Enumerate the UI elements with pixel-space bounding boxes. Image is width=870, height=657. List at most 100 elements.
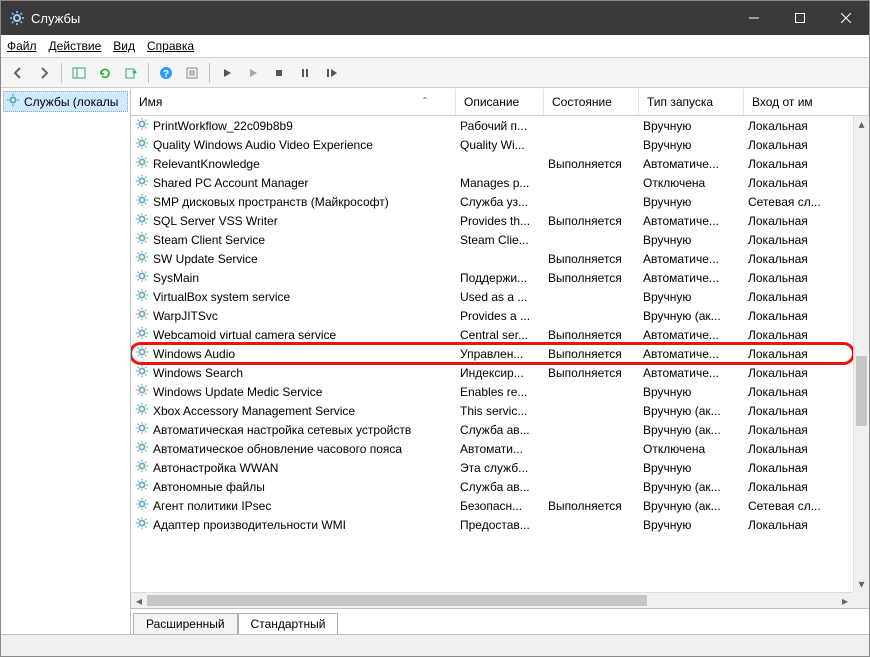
service-name: PrintWorkflow_22c09b8b9 — [153, 119, 293, 133]
service-start: Вручную — [639, 385, 744, 399]
close-button[interactable] — [823, 1, 869, 35]
service-start: Автоматиче... — [639, 366, 744, 380]
service-start: Вручную (ак... — [639, 499, 744, 513]
start-service-button[interactable] — [216, 62, 238, 84]
scroll-right-icon[interactable]: ▸ — [837, 593, 853, 608]
horizontal-scrollbar[interactable]: ◂ ▸ — [131, 592, 853, 608]
service-start: Вручную — [639, 461, 744, 475]
service-row[interactable]: SysMainПоддержи...ВыполняетсяАвтоматиче.… — [131, 268, 853, 287]
service-logon: Локальная — [744, 366, 853, 380]
back-button[interactable] — [7, 62, 29, 84]
menu-help[interactable]: Справка — [147, 39, 194, 53]
menu-action[interactable]: Действие — [49, 39, 102, 53]
col-logon[interactable]: Вход от им — [744, 89, 869, 115]
gear-icon — [135, 231, 149, 248]
service-row[interactable]: Xbox Accessory Management ServiceThis se… — [131, 401, 853, 420]
pause-service-button[interactable] — [294, 62, 316, 84]
service-logon: Локальная — [744, 423, 853, 437]
service-row[interactable]: Windows SearchИндексир...ВыполняетсяАвто… — [131, 363, 853, 382]
service-name: WarpJITSvc — [153, 309, 218, 323]
service-logon: Локальная — [744, 347, 853, 361]
maximize-button[interactable] — [777, 1, 823, 35]
menu-file[interactable]: Файл — [7, 39, 37, 53]
service-row[interactable]: Shared PC Account ManagerManages p...Отк… — [131, 173, 853, 192]
scroll-up-icon[interactable]: ▴ — [854, 116, 869, 132]
col-name[interactable]: Имяˆ — [131, 89, 456, 115]
service-row[interactable]: SW Update ServiceВыполняетсяАвтоматиче..… — [131, 249, 853, 268]
service-desc: Индексир... — [456, 366, 544, 380]
service-row[interactable]: Автонастройка WWANЭта служб...ВручнуюЛок… — [131, 458, 853, 477]
tree-root-services[interactable]: Службы (локалы — [3, 91, 128, 112]
service-row[interactable]: WarpJITSvcProvides a ...Вручную (ак...Ло… — [131, 306, 853, 325]
service-name: Автоматическое обновление часового пояса — [153, 442, 402, 456]
service-row[interactable]: Windows Update Medic ServiceEnables re..… — [131, 382, 853, 401]
col-state[interactable]: Состояние — [544, 89, 639, 115]
service-name: Quality Windows Audio Video Experience — [153, 138, 373, 152]
service-row[interactable]: Автоматическое обновление часового пояса… — [131, 439, 853, 458]
scroll-thumb-h[interactable] — [147, 595, 647, 606]
scroll-thumb[interactable] — [856, 356, 867, 426]
service-start: Вручную — [639, 518, 744, 532]
tab-extended[interactable]: Расширенный — [133, 613, 238, 634]
help-button[interactable]: ? — [155, 62, 177, 84]
service-row[interactable]: Агент политики IPsecБезопасн...Выполняет… — [131, 496, 853, 515]
service-row[interactable]: Адаптер производительности WMIПредостав.… — [131, 515, 853, 534]
service-logon: Локальная — [744, 214, 853, 228]
service-row[interactable]: Quality Windows Audio Video ExperienceQu… — [131, 135, 853, 154]
service-name: SysMain — [153, 271, 199, 285]
service-row[interactable]: SQL Server VSS WriterProvides th...Выпол… — [131, 211, 853, 230]
tree-sidebar: Службы (локалы — [1, 89, 131, 634]
service-state: Выполняется — [544, 271, 639, 285]
service-row[interactable]: RelevantKnowledgeВыполняетсяАвтоматиче..… — [131, 154, 853, 173]
export-button[interactable] — [120, 62, 142, 84]
show-hide-tree-button[interactable] — [68, 62, 90, 84]
service-name: Webcamoid virtual camera service — [153, 328, 336, 342]
gear-icon — [135, 421, 149, 438]
service-row[interactable]: Автоматическая настройка сетевых устройс… — [131, 420, 853, 439]
gear-icon — [135, 269, 149, 286]
service-name: Автономные файлы — [153, 480, 265, 494]
service-start: Вручную (ак... — [639, 309, 744, 323]
service-row[interactable]: PrintWorkflow_22c09b8b9Рабочий п...Вручн… — [131, 116, 853, 135]
service-row[interactable]: VirtualBox system serviceUsed as a ...Вр… — [131, 287, 853, 306]
refresh-button[interactable] — [94, 62, 116, 84]
minimize-button[interactable] — [731, 1, 777, 35]
gear-icon — [135, 136, 149, 153]
service-name: Windows Search — [153, 366, 243, 380]
service-row[interactable]: SMP дисковых пространств (Майкрософт) Слу… — [131, 192, 853, 211]
properties-button[interactable] — [181, 62, 203, 84]
service-logon: Локальная — [744, 404, 853, 418]
service-logon: Локальная — [744, 480, 853, 494]
gear-icon — [135, 440, 149, 457]
menubar: Файл Действие Вид Справка — [1, 35, 869, 58]
restart-service-button[interactable] — [320, 62, 342, 84]
service-logon: Локальная — [744, 157, 853, 171]
service-start: Отключена — [639, 442, 744, 456]
tab-standard[interactable]: Стандартный — [238, 613, 339, 634]
stop-service-button[interactable] — [268, 62, 290, 84]
service-row[interactable]: Steam Client ServiceSteam Clie...Вручную… — [131, 230, 853, 249]
window-title: Службы — [31, 11, 731, 26]
menu-view[interactable]: Вид — [113, 39, 135, 53]
scroll-left-icon[interactable]: ◂ — [131, 593, 147, 608]
vertical-scrollbar[interactable]: ▴ ▾ — [853, 116, 869, 592]
service-desc: Used as a ... — [456, 290, 544, 304]
scroll-down-icon[interactable]: ▾ — [854, 576, 869, 592]
service-row[interactable]: Webcamoid virtual camera serviceCentral … — [131, 325, 853, 344]
service-logon: Локальная — [744, 176, 853, 190]
service-desc: Provides th... — [456, 214, 544, 228]
pause-start-button[interactable] — [242, 62, 264, 84]
gear-icon — [135, 478, 149, 495]
col-startup[interactable]: Тип запуска — [639, 89, 744, 115]
gear-icon — [135, 497, 149, 514]
gear-icon — [135, 174, 149, 191]
forward-button[interactable] — [33, 62, 55, 84]
service-name: SMP дисковых пространств (Майкрософт) — [153, 195, 389, 209]
service-desc: Служба уз... — [456, 195, 544, 209]
service-logon: Локальная — [744, 119, 853, 133]
service-row[interactable]: Windows AudioУправлен...ВыполняетсяАвтом… — [131, 344, 853, 363]
service-logon: Локальная — [744, 233, 853, 247]
gear-icon — [135, 155, 149, 172]
service-row[interactable]: Автономные файлыСлужба ав...Вручную (ак.… — [131, 477, 853, 496]
col-description[interactable]: Описание — [456, 89, 544, 115]
